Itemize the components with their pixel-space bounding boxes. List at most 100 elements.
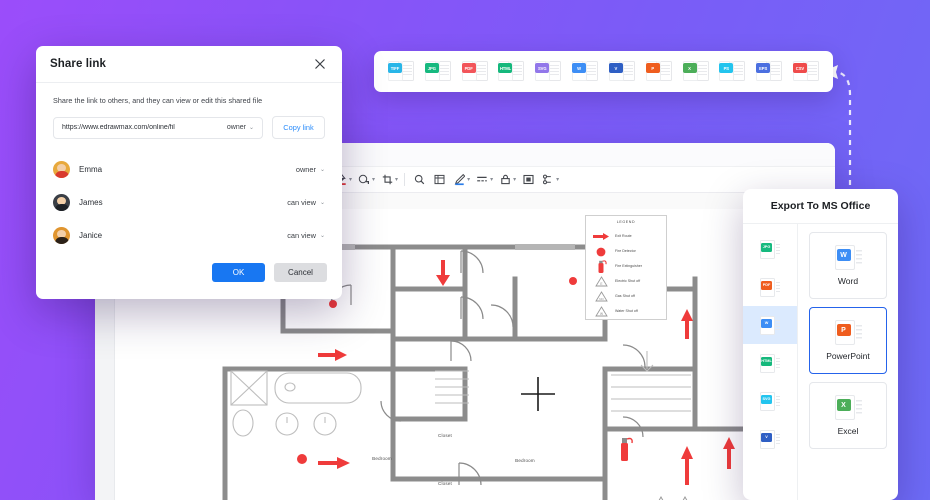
avatar (53, 227, 70, 244)
person-role-dropdown[interactable]: can view⌄ (287, 231, 325, 240)
toolbar-separator (404, 173, 405, 186)
legend-label: Electric Shut off (615, 279, 640, 283)
avatar (53, 161, 70, 178)
arrow-right-icon (591, 233, 611, 240)
copy-link-button[interactable]: Copy link (272, 116, 325, 139)
format-icon-eps[interactable]: EPS (756, 59, 782, 84)
link-permission-dropdown[interactable]: owner ⌄ (227, 124, 254, 131)
format-label: X (683, 63, 697, 73)
format-icon-ps[interactable]: PS (719, 59, 745, 84)
crop-caret[interactable]: ▾ (395, 176, 398, 183)
svg-text:E: E (600, 282, 602, 286)
format-label: V (609, 63, 623, 73)
format-icon-csv[interactable]: CSV (793, 59, 819, 84)
file-lines (770, 65, 780, 77)
crop-icon[interactable] (377, 169, 397, 191)
file-icon-w: W (760, 316, 780, 335)
person-role-dropdown[interactable]: owner⌄ (296, 165, 325, 174)
line-style-caret[interactable]: ▾ (490, 176, 493, 183)
export-panel-body: JPGPDF W HTML SVG V WWord PPowerPoint XExcel (743, 224, 898, 500)
circle-icon (591, 247, 611, 257)
export-sidebar-item-pdf[interactable]: PDF (743, 268, 797, 306)
table-icon[interactable] (429, 169, 449, 191)
export-card-powerpoint[interactable]: PPowerPoint (809, 307, 887, 374)
lock-caret[interactable]: ▾ (513, 176, 516, 183)
share-link-input[interactable] (62, 124, 221, 131)
highlighter-caret[interactable]: ▾ (467, 176, 470, 183)
file-lines (660, 65, 670, 77)
fill-color-caret[interactable]: ▾ (349, 176, 352, 183)
file-lines (733, 65, 743, 77)
lock-icon[interactable] (495, 169, 515, 191)
export-sidebar-item-v[interactable]: V (743, 420, 797, 458)
dialog-subtitle: Share the link to others, and they can v… (53, 96, 325, 105)
file-lines (402, 65, 412, 77)
person-name: Emma (79, 165, 287, 174)
file-icon-svg: SVG (760, 392, 780, 411)
format-icon-w[interactable]: W (572, 59, 598, 84)
format-icon-jpg[interactable]: JPG (425, 59, 451, 84)
format-label: P (646, 63, 660, 73)
format-label: CSV (793, 63, 807, 73)
export-panel-title: Export To MS Office (743, 189, 898, 224)
format-icon-svg[interactable]: SVG (535, 59, 561, 84)
ok-button[interactable]: OK (212, 263, 265, 282)
export-format-bar: TIFF JPG PDF HTML SVG W V P X PS EPS CSV (374, 51, 833, 92)
file-lines (807, 65, 817, 77)
room-label-bedroom-1: Bedroom (372, 456, 392, 461)
export-card-excel[interactable]: XExcel (809, 382, 887, 449)
group-caret[interactable]: ▾ (556, 176, 559, 183)
file-icon-p: P (835, 320, 862, 346)
format-label: PDF (462, 63, 476, 73)
triangle-w-icon: W (591, 306, 611, 317)
export-sidebar-item-w[interactable]: W (743, 306, 797, 344)
file-lines (512, 65, 522, 77)
export-target-list: WWord PPowerPoint XExcel (798, 224, 898, 500)
file-lines (697, 65, 707, 77)
export-card-word[interactable]: WWord (809, 232, 887, 299)
selection-icon[interactable] (518, 169, 538, 191)
format-icon-tiff[interactable]: TIFF (388, 59, 414, 84)
format-icon-v[interactable]: V (609, 59, 635, 84)
shadow-caret[interactable]: ▾ (372, 176, 375, 183)
dialog-header: Share link (36, 46, 342, 83)
person-name: James (79, 198, 278, 207)
format-icon-html[interactable]: HTML (498, 59, 524, 84)
shadow-icon[interactable] (354, 169, 374, 191)
export-sidebar-item-jpg[interactable]: JPG (743, 230, 797, 268)
svg-text:NO: NO (599, 297, 604, 301)
zoom-icon[interactable] (409, 169, 429, 191)
export-card-label: Excel (838, 426, 859, 436)
person-role-value: can view (287, 198, 316, 207)
legend-item-gas-shutoff: NO Gas Shut off (591, 289, 661, 304)
person-name: Janice (79, 231, 278, 240)
shared-person-row: Janice can view⌄ (53, 219, 325, 252)
legend-label: Fire Detector (615, 249, 636, 253)
chevron-down-icon: ⌄ (249, 124, 254, 131)
format-icon-p[interactable]: P (646, 59, 672, 84)
chevron-down-icon: ⌄ (320, 199, 325, 206)
highlighter-icon[interactable] (449, 169, 469, 191)
share-link-dialog: Share link Share the link to others, and… (36, 46, 342, 299)
room-label-closet-2: Closet (438, 481, 452, 486)
export-card-label: Word (838, 276, 858, 286)
share-link-field[interactable]: owner ⌄ (53, 117, 263, 139)
avatar (53, 194, 70, 211)
export-sidebar-item-html[interactable]: HTML (743, 344, 797, 382)
cancel-button[interactable]: Cancel (274, 263, 327, 282)
person-role-value: owner (296, 165, 316, 174)
format-icon-x[interactable]: X (683, 59, 709, 84)
line-style-icon[interactable] (472, 169, 492, 191)
shared-people-list: Emma owner⌄ James can view ⌄ Janice can view⌄ (53, 153, 325, 252)
room-label-bedroom-2: Bedroom (515, 458, 535, 463)
export-sidebar-item-svg[interactable]: SVG (743, 382, 797, 420)
dialog-actions: OK Cancel (212, 263, 327, 282)
close-icon[interactable] (312, 56, 328, 72)
file-icon-v: V (760, 430, 780, 449)
file-lines (623, 65, 633, 77)
group-icon[interactable] (538, 169, 558, 191)
format-icon-pdf[interactable]: PDF (462, 59, 488, 84)
format-label: W (572, 63, 586, 73)
format-label: SVG (535, 63, 549, 73)
person-role-dropdown[interactable]: can view ⌄ (287, 198, 325, 207)
